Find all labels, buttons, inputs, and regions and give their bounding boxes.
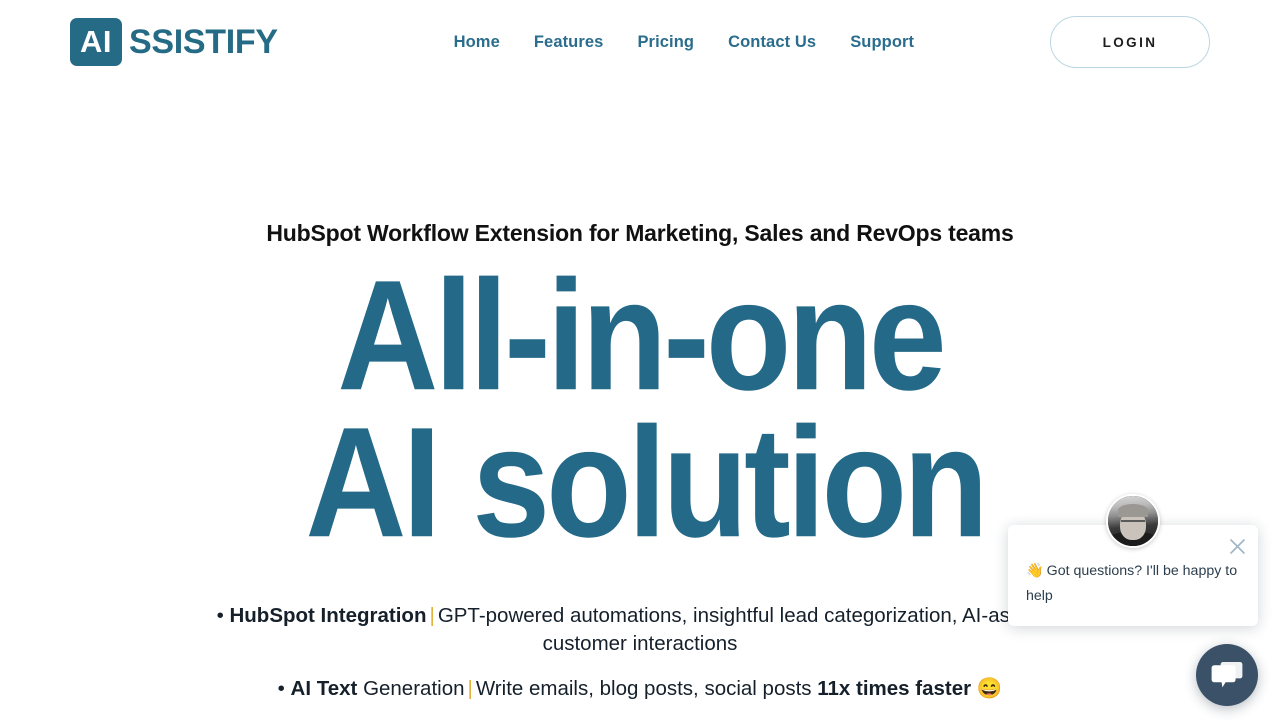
page-title: All-in-one AI solution xyxy=(0,246,1280,560)
bullet-2-separator: | xyxy=(467,676,473,700)
chat-bubble-icon xyxy=(1211,662,1243,688)
bullet-1-strong: HubSpot Integration xyxy=(229,603,427,627)
bullet-2-mid: Generation xyxy=(363,676,465,700)
nav-item-support[interactable]: Support xyxy=(850,33,914,52)
bullet-marker: • xyxy=(216,603,224,627)
chat-message: 👋 Got questions? I'll be happy to help xyxy=(1026,559,1240,608)
chat-message-text: Got questions? I'll be happy to help xyxy=(1026,563,1238,604)
site-header: AI SSISTIFY Home Features Pricing Contac… xyxy=(0,0,1280,84)
hero-title-line-1: All-in-one xyxy=(337,246,946,423)
bullet-2-highlight: 11x times faster xyxy=(817,676,972,700)
main-navigation: Home Features Pricing Contact Us Support xyxy=(318,33,1050,52)
nav-item-features[interactable]: Features xyxy=(534,33,604,52)
close-icon[interactable] xyxy=(1226,535,1248,557)
hero-bullet-1: • HubSpot Integration | GPT-powered automa… xyxy=(195,602,1085,659)
smile-emoji: 😄 xyxy=(976,676,1003,700)
chat-greeting-card[interactable]: 👋 Got questions? I'll be happy to help xyxy=(1008,494,1258,626)
bullet-1-separator: | xyxy=(429,603,435,627)
bullet-marker: • xyxy=(277,676,285,700)
avatar xyxy=(1106,494,1160,549)
logo-wordmark: SSISTIFY xyxy=(129,23,278,61)
hero-bullet-2: • AI Text Generation | Write emails, blog … xyxy=(195,675,1085,703)
bullet-2-text: Write emails, blog posts, social posts xyxy=(475,676,812,700)
login-button[interactable]: LOGIN xyxy=(1050,16,1210,68)
nav-item-contact-us[interactable]: Contact Us xyxy=(728,33,816,52)
bullet-1-text: GPT-powered automations, insightful lead… xyxy=(437,603,1064,656)
nav-item-pricing[interactable]: Pricing xyxy=(637,33,694,52)
logo[interactable]: AI SSISTIFY xyxy=(70,18,278,66)
bullet-2-strong: AI Text xyxy=(290,676,358,700)
hero-eyebrow: HubSpot Workflow Extension for Marketing… xyxy=(266,220,1014,246)
chat-widget: 👋 Got questions? I'll be happy to help xyxy=(1008,494,1258,706)
wave-icon: 👋 xyxy=(1026,563,1044,580)
logo-badge: AI xyxy=(70,18,122,66)
nav-item-home[interactable]: Home xyxy=(454,33,500,52)
chat-launcher-button[interactable] xyxy=(1196,644,1258,706)
